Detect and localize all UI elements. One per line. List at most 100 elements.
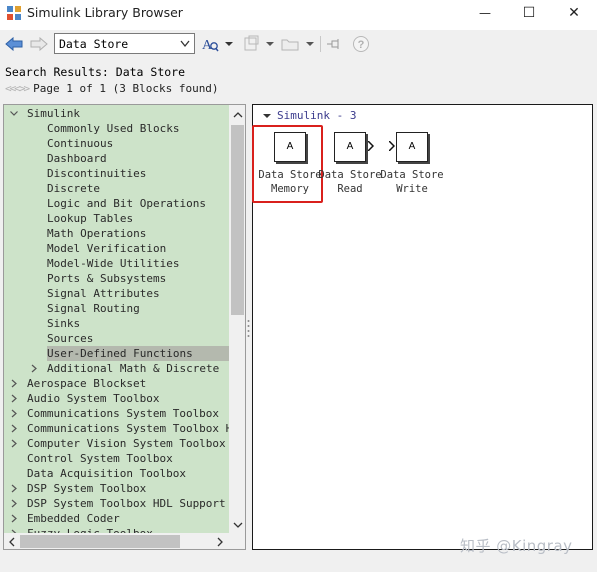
tree-item[interactable]: Ports & Subsystems [4, 271, 229, 286]
tree-item-label: Commonly Used Blocks [47, 122, 180, 135]
tree-item[interactable]: Model Verification [4, 241, 229, 256]
block-data-store-write[interactable]: A Data Store Write [379, 131, 445, 201]
chevron-down-icon[interactable] [178, 36, 192, 51]
search-combobox[interactable] [54, 33, 195, 54]
chevron-right-icon[interactable] [29, 361, 39, 376]
tree-item-label: Sources [47, 332, 94, 345]
help-button[interactable]: ? [351, 34, 371, 54]
pager-nav-arrows[interactable]: <<<>> [5, 82, 30, 95]
tree-item-label: User-Defined Functions [47, 346, 229, 361]
panel-splitter-grip[interactable] [247, 318, 250, 340]
tree-item-label: Math Operations [47, 227, 147, 240]
tree-item-label: Model Verification [47, 242, 167, 255]
tree-item[interactable]: Model-Wide Utilities [4, 256, 229, 271]
scroll-left-icon[interactable] [4, 534, 20, 549]
tree-item[interactable]: Lookup Tables [4, 211, 229, 226]
tree-item[interactable]: Communications System Toolbox [4, 406, 229, 421]
tree-item-label: Discrete [47, 182, 100, 195]
tree-item[interactable]: Signal Routing [4, 301, 229, 316]
tree-item[interactable]: Math Operations [4, 226, 229, 241]
search-results-bar: Search Results: Data Store <<<>> Page 1 … [0, 58, 597, 100]
toolbar-separator [320, 36, 321, 52]
tree-vertical-scroll-thumb[interactable] [231, 125, 244, 315]
forward-arrow-icon [30, 37, 48, 51]
close-button[interactable]: ✕ [551, 0, 597, 26]
tree-item[interactable]: Communications System Toolbox HDL [4, 421, 229, 436]
tree-item[interactable]: Embedded Coder [4, 511, 229, 526]
tree-horizontal-scrollbar[interactable] [4, 533, 229, 549]
block-name: Data Store Write [373, 168, 451, 196]
scroll-right-icon[interactable] [212, 534, 228, 549]
chevron-right-icon[interactable] [9, 436, 19, 451]
tree-item-label: Embedded Coder [27, 512, 120, 525]
tree-item[interactable]: Control System Toolbox [4, 451, 229, 466]
tree-item-label: Signal Routing [47, 302, 140, 315]
tree-item[interactable]: Discontinuities [4, 166, 229, 181]
tree-item[interactable]: Computer Vision System Toolbox [4, 436, 229, 451]
tree-item[interactable]: DSP System Toolbox [4, 481, 229, 496]
result-group-header[interactable]: Simulink - 3 [261, 109, 356, 122]
tree-item[interactable]: Discrete [4, 181, 229, 196]
tree-vertical-scrollbar[interactable] [229, 105, 245, 533]
tree-item[interactable]: Commonly Used Blocks [4, 121, 229, 136]
scroll-up-icon[interactable] [230, 107, 245, 123]
library-tree-panel: Simulink Commonly Used Blocks Continuous Da… [3, 104, 246, 550]
caret-down-icon[interactable] [261, 111, 273, 121]
open-model-button[interactable] [280, 34, 316, 54]
tree-item[interactable]: Sources [4, 331, 229, 346]
tree-item[interactable]: DSP System Toolbox HDL Support [4, 496, 229, 511]
folder-icon [281, 39, 314, 51]
chevron-right-icon[interactable] [9, 511, 19, 526]
data-store-write-icon: A [396, 132, 428, 162]
tree-item[interactable]: Logic and Bit Operations [4, 196, 229, 211]
tree-item[interactable]: Sinks [4, 316, 229, 331]
new-model-button[interactable] [242, 34, 276, 54]
watermark: 知乎 @Kingray [460, 537, 573, 555]
search-options-button[interactable]: A [200, 34, 236, 54]
maximize-button[interactable]: ☐ [506, 0, 552, 26]
tree-item[interactable]: Simulink [4, 106, 229, 121]
tree-item-label: Additional Math & Discrete [47, 362, 220, 375]
chevron-right-icon[interactable] [9, 421, 19, 436]
search-input[interactable] [55, 34, 175, 53]
output-port-icon [368, 141, 374, 151]
tree-item-label: Ports & Subsystems [47, 272, 167, 285]
chevron-right-icon[interactable] [9, 481, 19, 496]
data-store-memory-icon: A [274, 132, 306, 162]
tree-item[interactable]: Data Acquisition Toolbox [4, 466, 229, 481]
tree-item[interactable]: Additional Math & Discrete [4, 361, 229, 376]
input-port-icon [389, 141, 395, 151]
minimize-icon: — [479, 6, 491, 20]
tree-item[interactable]: Signal Attributes [4, 286, 229, 301]
tree-item[interactable]: Fuzzy Logic Toolbox [4, 526, 229, 533]
tree-item-label: Continuous [47, 137, 114, 150]
chevron-down-icon[interactable] [9, 106, 19, 121]
title-bar: Simulink Library Browser — ☐ ✕ [0, 0, 597, 26]
forward-button[interactable] [29, 34, 49, 54]
back-button[interactable] [4, 34, 24, 54]
minimize-button[interactable]: — [462, 0, 508, 26]
chevron-right-icon[interactable] [9, 376, 19, 391]
tree-item-label: Computer Vision System Toolbox [27, 437, 226, 450]
tree-item[interactable]: Continuous [4, 136, 229, 151]
tree-item-label: Lookup Tables [47, 212, 134, 225]
data-store-read-icon: A [334, 132, 366, 162]
tree-item-label: Simulink [27, 107, 80, 120]
block-icon-label: A [408, 141, 416, 152]
result-group-label: Simulink - 3 [277, 109, 357, 122]
tree-horizontal-scroll-thumb[interactable] [20, 535, 180, 548]
tree-item[interactable]: Audio System Toolbox [4, 391, 229, 406]
chevron-right-icon[interactable] [9, 391, 19, 406]
chevron-right-icon[interactable] [9, 406, 19, 421]
pin-button[interactable] [325, 34, 343, 54]
block-name-line: Write [396, 183, 428, 195]
tree-item[interactable]: Aerospace Blockset [4, 376, 229, 391]
tree-item[interactable]: Dashboard [4, 151, 229, 166]
scroll-down-icon[interactable] [230, 517, 245, 533]
search-results-label: Search Results: Data Store [5, 65, 186, 79]
tree-item-label: Communications System Toolbox [27, 407, 220, 420]
chevron-right-icon[interactable] [9, 526, 19, 533]
tree-item-label: Aerospace Blockset [27, 377, 147, 390]
tree-item[interactable]: User-Defined Functions [4, 346, 229, 361]
chevron-right-icon[interactable] [9, 496, 19, 511]
